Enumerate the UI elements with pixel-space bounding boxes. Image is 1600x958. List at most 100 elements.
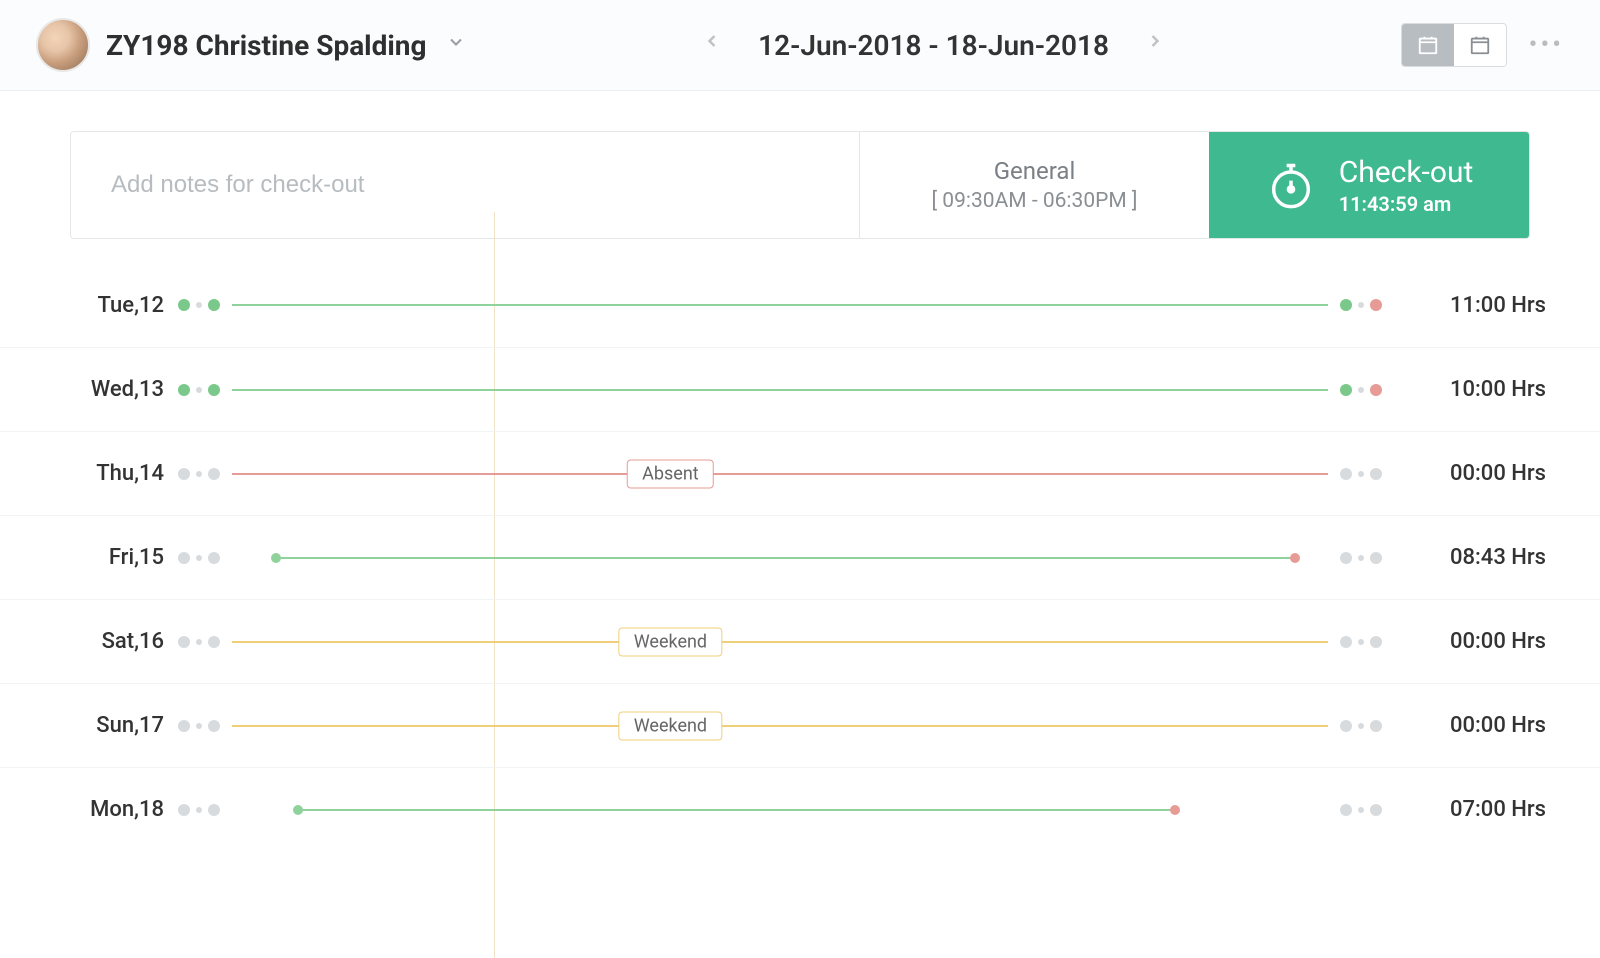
stopwatch-icon xyxy=(1265,159,1317,211)
month-view-button[interactable] xyxy=(1454,24,1506,66)
status-dot xyxy=(196,639,202,645)
status-dots-right xyxy=(1336,804,1386,816)
status-dots-left xyxy=(174,720,224,732)
hours-label: 11:00 Hrs xyxy=(1396,293,1546,318)
status-dot xyxy=(196,387,202,393)
status-dot xyxy=(208,299,220,311)
user-selector[interactable]: ZY198 Christine Spalding xyxy=(36,18,466,72)
attendance-track xyxy=(232,800,1328,820)
attendance-bar xyxy=(232,473,1328,475)
status-dot xyxy=(1340,636,1352,648)
attendance-track xyxy=(232,295,1328,315)
attendance-track: Absent xyxy=(232,464,1328,484)
status-dot xyxy=(1358,471,1364,477)
checkout-label: Check-out xyxy=(1339,155,1474,190)
attendance-track: Weekend xyxy=(232,716,1328,736)
attendance-row[interactable]: Tue,1211:00 Hrs xyxy=(0,263,1600,347)
view-toggle xyxy=(1401,23,1507,67)
date-range-navigator: 12-Jun-2018 - 18-Jun-2018 xyxy=(466,23,1400,67)
status-dot xyxy=(1358,723,1364,729)
bar-start-cap xyxy=(271,553,281,563)
status-dot xyxy=(1340,299,1352,311)
attendance-row[interactable]: Sat,16 Weekend 00:00 Hrs xyxy=(0,599,1600,683)
status-dots-left xyxy=(174,804,224,816)
hours-label: 07:00 Hrs xyxy=(1396,797,1546,822)
status-dot xyxy=(178,299,190,311)
attendance-track: Weekend xyxy=(232,632,1328,652)
attendance-bar xyxy=(232,389,1328,391)
hours-label: 10:00 Hrs xyxy=(1396,377,1546,402)
status-dot xyxy=(1370,636,1382,648)
status-dot xyxy=(178,636,190,648)
status-dot xyxy=(178,804,190,816)
status-dot xyxy=(208,636,220,648)
action-bar: General [ 09:30AM - 06:30PM ] Check-out … xyxy=(70,131,1530,239)
attendance-row[interactable]: Thu,14Absent00:00 Hrs xyxy=(0,431,1600,515)
attendance-row[interactable]: Wed,13 10:00 Hrs xyxy=(0,347,1600,431)
day-label: Wed,13 xyxy=(52,377,164,402)
status-dot xyxy=(1358,807,1364,813)
status-dot xyxy=(208,552,220,564)
hours-label: 00:00 Hrs xyxy=(1396,461,1546,486)
status-dot xyxy=(178,384,190,396)
attendance-bar xyxy=(232,641,1328,643)
status-dot xyxy=(208,720,220,732)
weekend-badge: Weekend xyxy=(619,711,722,740)
attendance-row[interactable]: Mon,1807:00 Hrs xyxy=(0,767,1600,851)
status-dot xyxy=(1340,468,1352,480)
status-dot xyxy=(1340,804,1352,816)
attendance-bar xyxy=(298,809,1175,811)
status-dot xyxy=(196,555,202,561)
attendance-row[interactable]: Sun,17Weekend00:00 Hrs xyxy=(0,683,1600,767)
attendance-track xyxy=(232,548,1328,568)
shift-hours: [ 09:30AM - 06:30PM ] xyxy=(932,189,1138,213)
status-dot xyxy=(1370,552,1382,564)
avatar xyxy=(36,18,90,72)
status-dots-right xyxy=(1336,299,1386,311)
status-dots-right xyxy=(1336,636,1386,648)
attendance-bar xyxy=(232,304,1328,306)
status-dot xyxy=(1370,468,1382,480)
attendance-bar xyxy=(276,557,1295,559)
status-dot xyxy=(1340,552,1352,564)
status-dot xyxy=(1358,387,1364,393)
status-dot xyxy=(1358,639,1364,645)
next-week-button[interactable] xyxy=(1135,23,1175,67)
hours-label: 00:00 Hrs xyxy=(1396,629,1546,654)
status-dots-right xyxy=(1336,552,1386,564)
status-dots-left xyxy=(174,299,224,311)
status-dots-left xyxy=(174,552,224,564)
user-name: ZY198 Christine Spalding xyxy=(106,29,426,62)
checkout-button[interactable]: Check-out 11:43:59 am xyxy=(1209,132,1529,238)
attendance-rows: Tue,1211:00 HrsWed,1310:00 HrsThu,14Abse… xyxy=(0,263,1600,851)
status-dot xyxy=(178,720,190,732)
status-dots-left xyxy=(174,384,224,396)
status-dot xyxy=(1340,720,1352,732)
shift-name: General xyxy=(994,157,1076,185)
day-view-button[interactable] xyxy=(1402,24,1454,66)
more-menu-button[interactable]: ••• xyxy=(1529,30,1564,60)
status-dot xyxy=(196,471,202,477)
checkout-notes-input[interactable] xyxy=(71,132,859,238)
attendance-row[interactable]: Fri,15 08:43 Hrs xyxy=(0,515,1600,599)
day-label: Sat,16 xyxy=(52,629,164,654)
prev-week-button[interactable] xyxy=(692,23,732,67)
status-dot xyxy=(208,468,220,480)
hours-label: 08:43 Hrs xyxy=(1396,545,1546,570)
status-dot xyxy=(1358,302,1364,308)
day-label: Fri,15 xyxy=(52,545,164,570)
status-dot xyxy=(196,807,202,813)
status-dots-right xyxy=(1336,720,1386,732)
absent-badge: Absent xyxy=(627,459,714,488)
chevron-down-icon[interactable] xyxy=(446,32,466,58)
status-dot xyxy=(1370,720,1382,732)
status-dot xyxy=(1340,384,1352,396)
status-dots-left xyxy=(174,636,224,648)
date-range-label: 12-Jun-2018 - 18-Jun-2018 xyxy=(758,29,1109,62)
checkout-time: 11:43:59 am xyxy=(1339,192,1452,216)
status-dot xyxy=(1370,804,1382,816)
status-dots-right xyxy=(1336,468,1386,480)
status-dots-right xyxy=(1336,384,1386,396)
hours-label: 00:00 Hrs xyxy=(1396,713,1546,738)
attendance-track xyxy=(232,380,1328,400)
